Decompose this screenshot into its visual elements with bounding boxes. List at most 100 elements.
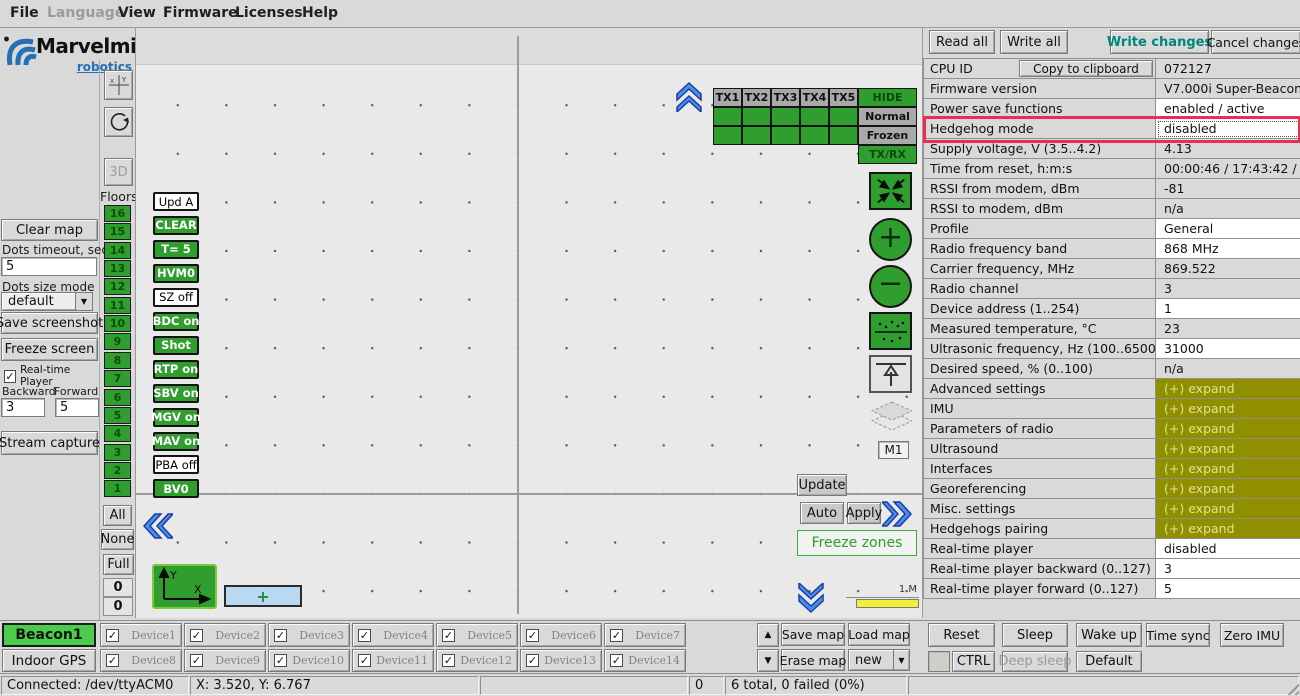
freeze-screen-button[interactable]: Freeze screen	[1, 338, 98, 361]
param-value[interactable]: (+) expand	[1156, 459, 1300, 479]
beacon-tab[interactable]: Beacon1	[2, 623, 96, 647]
floor-button-4[interactable]: 4	[104, 425, 131, 442]
menu-item-file[interactable]: File	[10, 5, 39, 21]
map-cmd-clear-button[interactable]: CLEAR	[153, 216, 199, 235]
checkbox-icon[interactable]: ✓	[610, 629, 623, 642]
pan-left-icon[interactable]	[141, 511, 173, 541]
checkbox-icon[interactable]: ✓	[442, 629, 455, 642]
rotate-tool-button[interactable]	[104, 107, 133, 137]
submit-map-icon[interactable]	[869, 355, 912, 393]
map-canvas[interactable]: Upd ACLEART= 5HVM0SZ offBDC onShotRTP on…	[135, 28, 923, 618]
tx-header-tx5[interactable]: TX5	[829, 88, 858, 107]
device-toggle-device9[interactable]: ✓Device9	[184, 649, 266, 672]
map-cmd-mgv-on-button[interactable]: MGV on	[153, 408, 199, 427]
ctrl-button[interactable]: CTRL	[952, 651, 995, 672]
checkbox-icon[interactable]: ✓	[190, 629, 203, 642]
menu-item-view[interactable]: View	[118, 5, 156, 21]
tx-cell[interactable]	[771, 126, 800, 145]
reset-button[interactable]: Reset	[928, 623, 995, 647]
param-value[interactable]: (+) expand	[1156, 399, 1300, 419]
pan-up-icon[interactable]	[674, 80, 704, 112]
tx-header-tx4[interactable]: TX4	[800, 88, 829, 107]
param-value[interactable]: 5	[1156, 579, 1300, 599]
tx-cell[interactable]	[742, 107, 771, 126]
floor-button-6[interactable]: 6	[104, 389, 131, 406]
device-toggle-device10[interactable]: ✓Device10	[268, 649, 350, 672]
map-cmd-upd-a-button[interactable]: Upd A	[153, 192, 199, 211]
param-value[interactable]: General	[1156, 219, 1300, 239]
clear-map-button[interactable]: Clear map	[1, 219, 98, 241]
tx-header-tx3[interactable]: TX3	[771, 88, 800, 107]
time-sync-button[interactable]: Time sync	[1146, 623, 1210, 647]
checkbox-icon[interactable]: ✓	[442, 654, 455, 667]
tx-cell[interactable]	[713, 126, 742, 145]
device-toggle-device12[interactable]: ✓Device12	[436, 649, 518, 672]
realtime-player-checkbox[interactable]: ✓	[4, 370, 16, 383]
param-value[interactable]: disabled	[1156, 539, 1300, 559]
device-toggle-device7[interactable]: ✓Device7	[604, 623, 686, 647]
param-value[interactable]: (+) expand	[1156, 499, 1300, 519]
tx-cell[interactable]	[800, 126, 829, 145]
floor-button-2[interactable]: 2	[104, 462, 131, 479]
checkbox-icon[interactable]: ✓	[358, 629, 371, 642]
param-value[interactable]: 3	[1156, 559, 1300, 579]
update-button[interactable]: Update	[797, 474, 847, 496]
floor-button-16[interactable]: 16	[104, 205, 131, 222]
floors-all-button[interactable]: All	[103, 505, 132, 526]
device-toggle-device13[interactable]: ✓Device13	[520, 649, 602, 672]
tx-cell[interactable]	[800, 107, 829, 126]
param-value[interactable]: (+) expand	[1156, 519, 1300, 539]
pan-down-icon[interactable]	[796, 583, 826, 615]
ctrl-checkbox[interactable]	[928, 651, 950, 672]
write-all-button[interactable]: Write all	[1000, 30, 1068, 54]
copy-to-clipboard-button[interactable]: Copy to clipboard	[1019, 60, 1153, 77]
device-toggle-device6[interactable]: ✓Device6	[520, 623, 602, 647]
tx-txrx-button[interactable]: TX/RX	[858, 145, 917, 164]
tx-normal-button[interactable]: Normal	[858, 107, 917, 126]
map-cmd-bdc-on-button[interactable]: BDC on	[153, 312, 199, 331]
floor-button-7[interactable]: 7	[104, 370, 131, 387]
dots-timeout-input[interactable]: 5	[1, 257, 97, 276]
tx-cell[interactable]	[829, 126, 858, 145]
default-button[interactable]: Default	[1076, 651, 1142, 672]
map-select[interactable]: new ▼	[848, 649, 910, 671]
map-cmd-rtp-on-button[interactable]: RTP on	[153, 360, 199, 379]
cancel-changes-button[interactable]: Cancel changes	[1211, 30, 1300, 54]
map-cmd-hvm0-button[interactable]: HVM0	[153, 264, 199, 283]
wake-up-button[interactable]: Wake up	[1076, 623, 1142, 647]
m1-mode-button[interactable]: M1	[878, 441, 909, 459]
map-cmd-sbv-on-button[interactable]: SBV on	[153, 384, 199, 403]
menu-item-firmware[interactable]: Firmware	[163, 5, 238, 21]
map-cmd-t-5-button[interactable]: T= 5	[153, 240, 199, 259]
device-toggle-device1[interactable]: ✓Device1	[100, 623, 182, 647]
save-map-button[interactable]: Save map	[781, 623, 845, 646]
param-value[interactable]: disabled	[1156, 119, 1300, 139]
floor-button-12[interactable]: 12	[104, 278, 131, 295]
tx-hide-button[interactable]: HIDE	[858, 88, 917, 107]
erase-map-button[interactable]: Erase map	[781, 649, 845, 671]
checkbox-icon[interactable]: ✓	[610, 654, 623, 667]
param-value[interactable]: (+) expand	[1156, 439, 1300, 459]
write-changes-button[interactable]: Write changes	[1110, 30, 1209, 54]
device-scroll-down-button[interactable]: ▼	[757, 649, 779, 672]
deep-sleep-button[interactable]: Deep sleep	[1002, 651, 1068, 672]
param-value[interactable]: 31000	[1156, 339, 1300, 359]
save-screenshot-button[interactable]: Save screenshot	[1, 312, 98, 334]
checkbox-icon[interactable]: ✓	[526, 654, 539, 667]
fit-to-screen-icon[interactable]	[869, 172, 912, 210]
freeze-zones-button[interactable]: Freeze zones	[797, 530, 917, 556]
chevron-down-icon[interactable]: ▼	[893, 650, 909, 670]
floor-button-9[interactable]: 9	[104, 333, 131, 350]
xy-axes-tool-button[interactable]: x Y	[104, 70, 133, 100]
checkbox-icon[interactable]: ✓	[274, 629, 287, 642]
param-value[interactable]: 1	[1156, 299, 1300, 319]
floor-button-10[interactable]: 10	[104, 315, 131, 332]
3d-view-button[interactable]: 3D	[104, 158, 133, 186]
floors-none-button[interactable]: None	[101, 529, 134, 550]
checkbox-icon[interactable]: ✓	[106, 629, 119, 642]
device-toggle-device11[interactable]: ✓Device11	[352, 649, 434, 672]
zero-imu-button[interactable]: Zero IMU	[1220, 623, 1284, 647]
param-value[interactable]: (+) expand	[1156, 419, 1300, 439]
floor-button-1[interactable]: 1	[104, 480, 131, 497]
indoor-gps-tab[interactable]: Indoor GPS	[2, 649, 96, 672]
